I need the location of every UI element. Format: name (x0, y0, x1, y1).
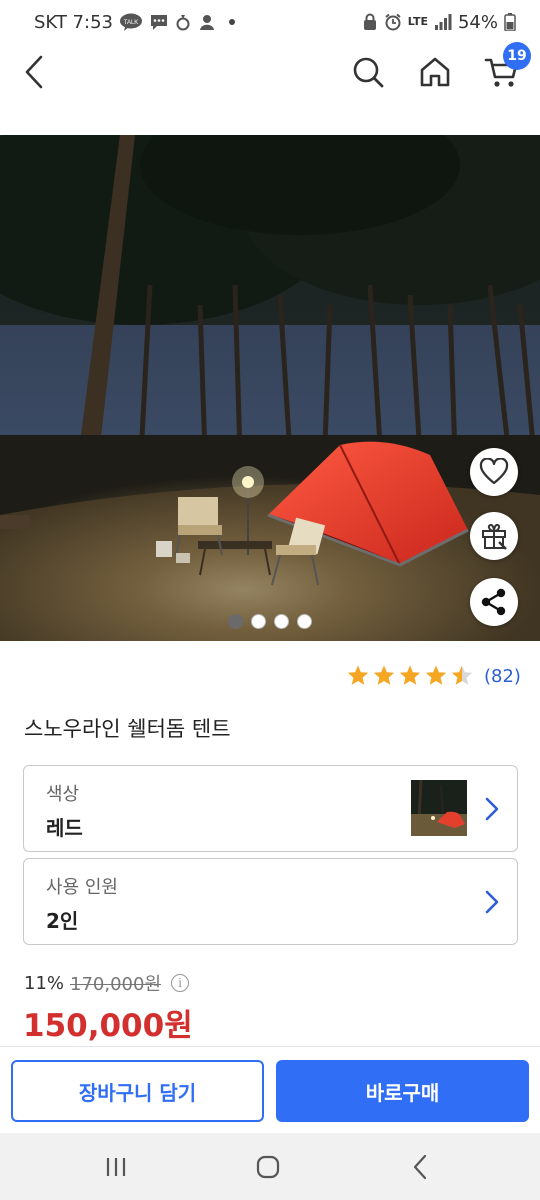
app-notification-icon (175, 13, 191, 31)
sale-price: 150,000원 (23, 1008, 193, 1044)
home-icon (420, 57, 450, 87)
discount-rate: 11% (24, 972, 65, 994)
rating-stars (346, 664, 474, 688)
carrier-time: SKT 7:53 (34, 11, 113, 33)
star-icon (399, 665, 421, 685)
status-left: SKT 7:53 TALK (34, 12, 235, 33)
star-icon (451, 665, 473, 685)
chevron-right-icon (481, 794, 503, 824)
buy-now-button[interactable]: 바로구매 (276, 1060, 529, 1122)
lock-icon (362, 13, 378, 31)
review-count[interactable]: (82) (484, 666, 521, 687)
info-icon[interactable]: i (171, 974, 190, 992)
status-bar: SKT 7:53 TALK LTE 54% (0, 0, 540, 44)
product-title: 스노우라인 쉘터돔 텐트 (24, 717, 231, 741)
gallery-page-dot[interactable] (251, 614, 266, 629)
option-label: 색상 (46, 784, 80, 805)
signal-icon (434, 14, 452, 30)
back-chevron-icon (413, 1154, 427, 1180)
star-icon (347, 665, 369, 685)
share-button[interactable] (470, 578, 518, 626)
share-icon (481, 588, 506, 616)
recent-apps-button[interactable] (86, 1145, 146, 1189)
home-nav-button[interactable] (238, 1145, 298, 1189)
color-option-selector[interactable]: 색상 레드 (23, 765, 518, 852)
gallery-pager (228, 614, 312, 629)
tent-photo-illustration (0, 135, 540, 641)
product-photo[interactable] (0, 135, 540, 641)
option-value: 레드 (46, 816, 83, 840)
product-rating[interactable]: (82) (346, 664, 521, 688)
search-button[interactable] (346, 50, 390, 94)
home-circle-icon (256, 1155, 280, 1179)
capacity-option-selector[interactable]: 사용 인원 2인 (23, 858, 518, 945)
price-line: 11% 170,000원 i (24, 970, 190, 996)
gift-button[interactable] (470, 512, 518, 560)
talk-icon: TALK (119, 13, 143, 31)
recent-apps-icon (106, 1158, 126, 1176)
app-notification-icon-2 (197, 13, 217, 31)
gallery-page-dot[interactable] (297, 614, 312, 629)
network-type: LTE (407, 15, 428, 28)
star-icon (425, 665, 447, 685)
back-nav-button[interactable] (390, 1145, 450, 1189)
purchase-bar: 장바구니 담기 바로구매 (0, 1046, 540, 1133)
alarm-icon (384, 13, 402, 31)
color-thumbnail (411, 780, 467, 836)
gallery-page-dot[interactable] (228, 614, 243, 629)
chevron-right-icon (481, 887, 503, 917)
original-price: 170,000원 (70, 974, 162, 995)
heart-icon (479, 458, 509, 485)
wishlist-button[interactable] (470, 448, 518, 496)
battery-icon (504, 13, 516, 31)
option-label: 사용 인원 (46, 877, 118, 898)
status-right: LTE 54% (362, 12, 516, 33)
option-value: 2인 (46, 909, 79, 933)
back-arrow-icon (25, 55, 43, 89)
cart-count-badge: 19 (503, 42, 531, 70)
add-to-cart-button[interactable]: 장바구니 담기 (11, 1060, 264, 1122)
svg-text:TALK: TALK (124, 20, 139, 26)
home-button[interactable] (413, 50, 457, 94)
gallery-page-dot[interactable] (274, 614, 289, 629)
search-icon (353, 57, 384, 88)
battery-percent: 54% (457, 11, 498, 33)
chat-icon (149, 13, 169, 31)
app-header (0, 44, 540, 100)
back-button[interactable] (14, 50, 54, 94)
more-notifications-icon (228, 19, 235, 25)
star-icon (373, 665, 395, 685)
gift-icon (482, 523, 507, 550)
system-nav-bar (0, 1133, 540, 1200)
